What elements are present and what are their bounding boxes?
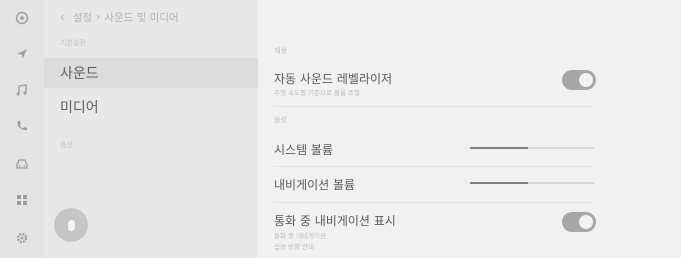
- music-icon[interactable]: [10, 78, 34, 102]
- settings-menu: ‹ 설정 › 사운드 및 미디어 기본설정 사운드 미디어 음성: [44, 0, 258, 258]
- voice-button[interactable]: [54, 208, 88, 242]
- media-icon[interactable]: [10, 6, 34, 30]
- system-volume-slider[interactable]: [470, 147, 594, 149]
- toggle-knob: [579, 73, 593, 87]
- menu-section-basic: 기본설정: [60, 39, 86, 47]
- navigation-icon[interactable]: [10, 42, 34, 66]
- nav-volume-title: 내비게이션 볼륨: [274, 178, 356, 192]
- car-icon[interactable]: [10, 152, 34, 176]
- menu-item-sound[interactable]: 사운드: [44, 58, 258, 88]
- call-nav-subtitle-2: 음성 방향 안내: [274, 243, 315, 251]
- toggle-knob: [579, 215, 593, 229]
- divider: [274, 166, 594, 167]
- slider-fill: [470, 147, 529, 149]
- apps-icon[interactable]: [10, 188, 34, 212]
- breadcrumb: ‹ 설정 › 사운드 및 미디어: [60, 8, 179, 26]
- slider-fill: [470, 182, 529, 184]
- group-label-voice: 음성: [274, 116, 287, 124]
- left-rail: [0, 0, 45, 258]
- group-label-playback: 재생: [274, 47, 287, 55]
- menu-section-other: 음성: [60, 141, 73, 149]
- breadcrumb-settings[interactable]: 설정: [73, 10, 92, 25]
- nav-volume-slider[interactable]: [470, 182, 594, 184]
- menu-item-label: 사운드: [60, 66, 99, 82]
- auto-leveler-subtitle: 주행 속도를 기준으로 볼륨 조절: [274, 89, 361, 97]
- breadcrumb-current: 사운드 및 미디어: [104, 11, 179, 24]
- call-nav-title[interactable]: 통화 중 내비게이션 표시: [274, 212, 396, 229]
- microphone-icon: [67, 219, 75, 231]
- screen: ‹ 설정 › 사운드 및 미디어 기본설정 사운드 미디어 음성 재생 자동 사…: [0, 0, 681, 258]
- system-volume-title: 시스템 볼륨: [274, 143, 334, 157]
- breadcrumb-separator: ›: [96, 11, 101, 23]
- auto-leveler-title[interactable]: 자동 사운드 레벨라이저: [274, 70, 392, 87]
- menu-item-media[interactable]: 미디어: [44, 92, 258, 122]
- menu-item-label: 미디어: [60, 100, 99, 116]
- auto-leveler-toggle[interactable]: [562, 70, 596, 90]
- settings-icon[interactable]: [10, 226, 34, 250]
- settings-content: 재생 자동 사운드 레벨라이저 주행 속도를 기준으로 볼륨 조절 음성 시스템…: [258, 0, 681, 258]
- divider: [274, 202, 594, 203]
- divider: [274, 106, 594, 107]
- phone-icon[interactable]: [10, 114, 34, 138]
- back-chevron-icon[interactable]: ‹: [60, 10, 65, 24]
- call-nav-toggle[interactable]: [562, 212, 596, 232]
- call-nav-subtitle-1: 통화 중 내비게이션: [274, 232, 326, 240]
